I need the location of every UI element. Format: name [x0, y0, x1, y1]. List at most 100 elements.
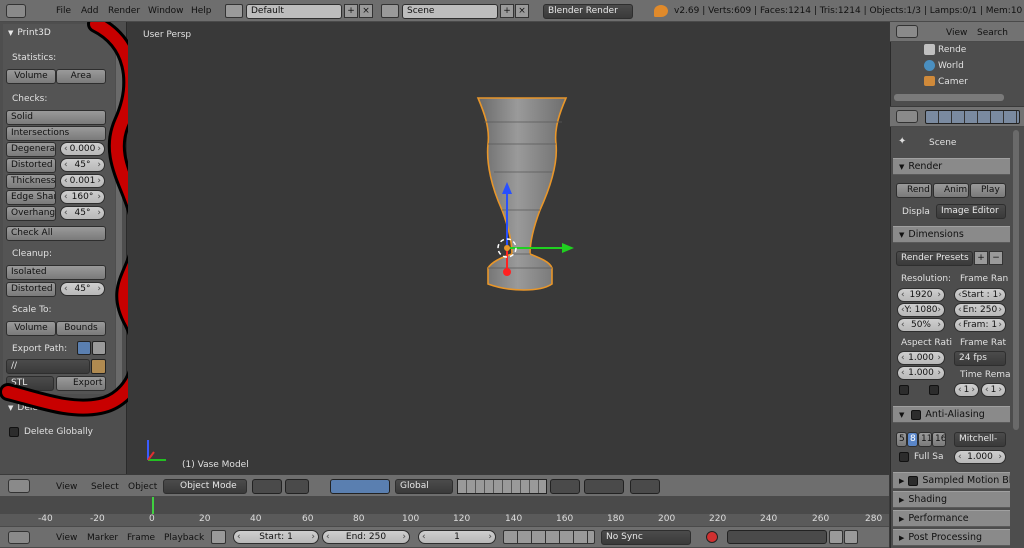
timeline-marker-menu[interactable]: Marker — [87, 533, 118, 543]
frame-rate-select[interactable]: 24 fps — [954, 351, 1006, 366]
timeline-editor-icon[interactable] — [8, 531, 30, 544]
scene-add-icon[interactable]: + — [500, 4, 514, 18]
display-select[interactable]: Image Editor — [936, 204, 1006, 219]
select-menu[interactable]: Select — [91, 482, 119, 492]
timeline-ticks: -40 -20 0 20 40 60 80 100 120 140 160 18… — [0, 514, 889, 526]
resolution-y-field[interactable]: Y: 1080 — [897, 303, 945, 317]
performance-panel-header[interactable]: Performance — [893, 510, 1010, 527]
resolution-percent-field[interactable]: 50% — [897, 318, 945, 332]
outliner-view-menu[interactable]: View — [946, 28, 967, 38]
preset-add-icon[interactable]: + — [974, 251, 988, 265]
render-presets-select[interactable]: Render Presets — [896, 251, 973, 266]
snap-icon[interactable] — [584, 479, 624, 494]
record-icon[interactable] — [706, 531, 718, 543]
view-menu[interactable]: View — [56, 482, 77, 492]
shading-panel-header[interactable]: Shading — [893, 491, 1010, 508]
anti-aliasing-panel-header[interactable]: Anti-Aliasing — [893, 406, 1010, 423]
menu-window[interactable]: Window — [148, 6, 184, 16]
outliner-item-world[interactable]: World — [938, 61, 964, 71]
render-engine-select[interactable]: Blender Render — [543, 4, 633, 19]
time-remap-old-field[interactable]: 1 — [954, 383, 979, 397]
object-menu[interactable]: Object — [128, 482, 157, 492]
pivot-icon[interactable] — [285, 479, 309, 494]
play-animation-button[interactable]: Play — [970, 183, 1006, 198]
aa-samples-8[interactable]: 8 — [907, 432, 918, 447]
timeline-current-frame[interactable] — [152, 497, 154, 514]
preview-range-icon[interactable] — [211, 530, 226, 544]
render-layers-icon — [924, 44, 935, 55]
insert-keyframe-icon[interactable] — [829, 530, 843, 544]
shading-select-icon[interactable] — [252, 479, 282, 494]
orientation-select[interactable]: Global — [395, 479, 453, 494]
crop-checkbox[interactable] — [929, 385, 939, 395]
menu-help[interactable]: Help — [191, 6, 212, 16]
frame-start-field[interactable]: Start : 1 — [954, 288, 1006, 302]
tick: 80 — [353, 514, 365, 524]
outliner-editor-icon[interactable] — [896, 25, 918, 38]
render-animation-button[interactable]: Anim — [933, 183, 969, 198]
pin-icon[interactable]: ✦ — [898, 137, 908, 147]
layout-icon[interactable] — [225, 4, 243, 18]
aa-samples-5[interactable]: 5 — [896, 432, 907, 447]
editor-type-icon[interactable] — [8, 479, 30, 493]
outliner-item-render-layers[interactable]: Rende — [938, 45, 966, 55]
keying-set-icon[interactable] — [727, 530, 827, 544]
aa-samples-16[interactable]: 16 — [932, 432, 946, 447]
properties-context-tabs[interactable] — [925, 110, 1020, 124]
aspect-x-field[interactable]: 1.000 — [897, 351, 945, 365]
dimensions-panel-header[interactable]: Dimensions — [893, 226, 1010, 243]
frame-step-field[interactable]: Fram: 1 — [954, 318, 1006, 332]
render-panel-header[interactable]: Render — [893, 158, 1010, 175]
current-frame-field[interactable]: 1 — [418, 530, 496, 544]
delete-keyframe-icon[interactable] — [844, 530, 858, 544]
scene-remove-icon[interactable]: × — [515, 4, 529, 18]
border-checkbox[interactable] — [899, 385, 909, 395]
layout-select[interactable]: Default — [246, 4, 342, 19]
layout-remove-icon[interactable]: × — [359, 4, 373, 18]
scene-select[interactable]: Scene — [402, 4, 498, 19]
start-frame-field[interactable]: Start: 1 — [233, 530, 319, 544]
properties-editor-icon[interactable] — [896, 110, 918, 123]
outliner-scrollbar[interactable] — [894, 94, 1004, 101]
render-image-button[interactable]: Rend — [896, 183, 932, 198]
timeline-playback-menu[interactable]: Playback — [164, 533, 204, 543]
end-frame-field[interactable]: End: 250 — [322, 530, 410, 544]
post-processing-panel-header[interactable]: Post Processing — [893, 529, 1010, 546]
outliner-item-camera[interactable]: Camer — [938, 77, 968, 87]
frame-rate-label: Frame Rat — [960, 338, 1007, 348]
anti-aliasing-label: Anti-Aliasing — [925, 409, 985, 420]
sampled-motion-panel-header[interactable]: Sampled Motion Bl — [893, 472, 1010, 489]
sync-select[interactable]: No Sync — [601, 530, 691, 545]
sampled-motion-checkbox[interactable] — [908, 475, 919, 486]
menu-render[interactable]: Render — [108, 6, 140, 16]
full-sample-checkbox[interactable] — [899, 452, 909, 462]
timeline-view-menu[interactable]: View — [56, 533, 77, 543]
timeline-frame-menu[interactable]: Frame — [127, 533, 155, 543]
proportional-edit-icon[interactable] — [550, 479, 580, 494]
manipulator-toggle-icon[interactable] — [330, 479, 390, 494]
menu-file[interactable]: File — [56, 6, 71, 16]
playback-controls-icon[interactable] — [503, 530, 595, 544]
resolution-x-field[interactable]: 1920 — [897, 288, 945, 302]
aa-samples-11[interactable]: 11 — [918, 432, 932, 447]
scene-icon[interactable] — [381, 4, 399, 18]
filter-size-field[interactable]: 1.000 — [954, 450, 1006, 464]
properties-scrollbar[interactable] — [1013, 130, 1019, 430]
anti-aliasing-checkbox[interactable] — [911, 409, 922, 420]
render-preview-icon[interactable] — [630, 479, 660, 494]
layout-add-icon[interactable]: + — [344, 4, 358, 18]
menu-add[interactable]: Add — [81, 6, 98, 16]
layers-grid-icon[interactable] — [457, 479, 547, 494]
mode-select[interactable]: Object Mode — [163, 479, 247, 494]
aspect-y-field[interactable]: 1.000 — [897, 366, 945, 380]
info-editor-icon[interactable] — [6, 4, 26, 18]
tick: 280 — [865, 514, 883, 524]
transform-manipulator[interactable] — [488, 178, 578, 278]
outliner-search-menu[interactable]: Search — [977, 28, 1008, 38]
time-remap-new-field[interactable]: 1 — [981, 383, 1006, 397]
delete-globally-checkbox[interactable] — [9, 427, 19, 437]
aa-filter-select[interactable]: Mitchell- — [954, 432, 1006, 447]
preset-remove-icon[interactable]: − — [989, 251, 1003, 265]
tick: 260 — [812, 514, 830, 524]
frame-end-field[interactable]: En: 250 — [954, 303, 1006, 317]
